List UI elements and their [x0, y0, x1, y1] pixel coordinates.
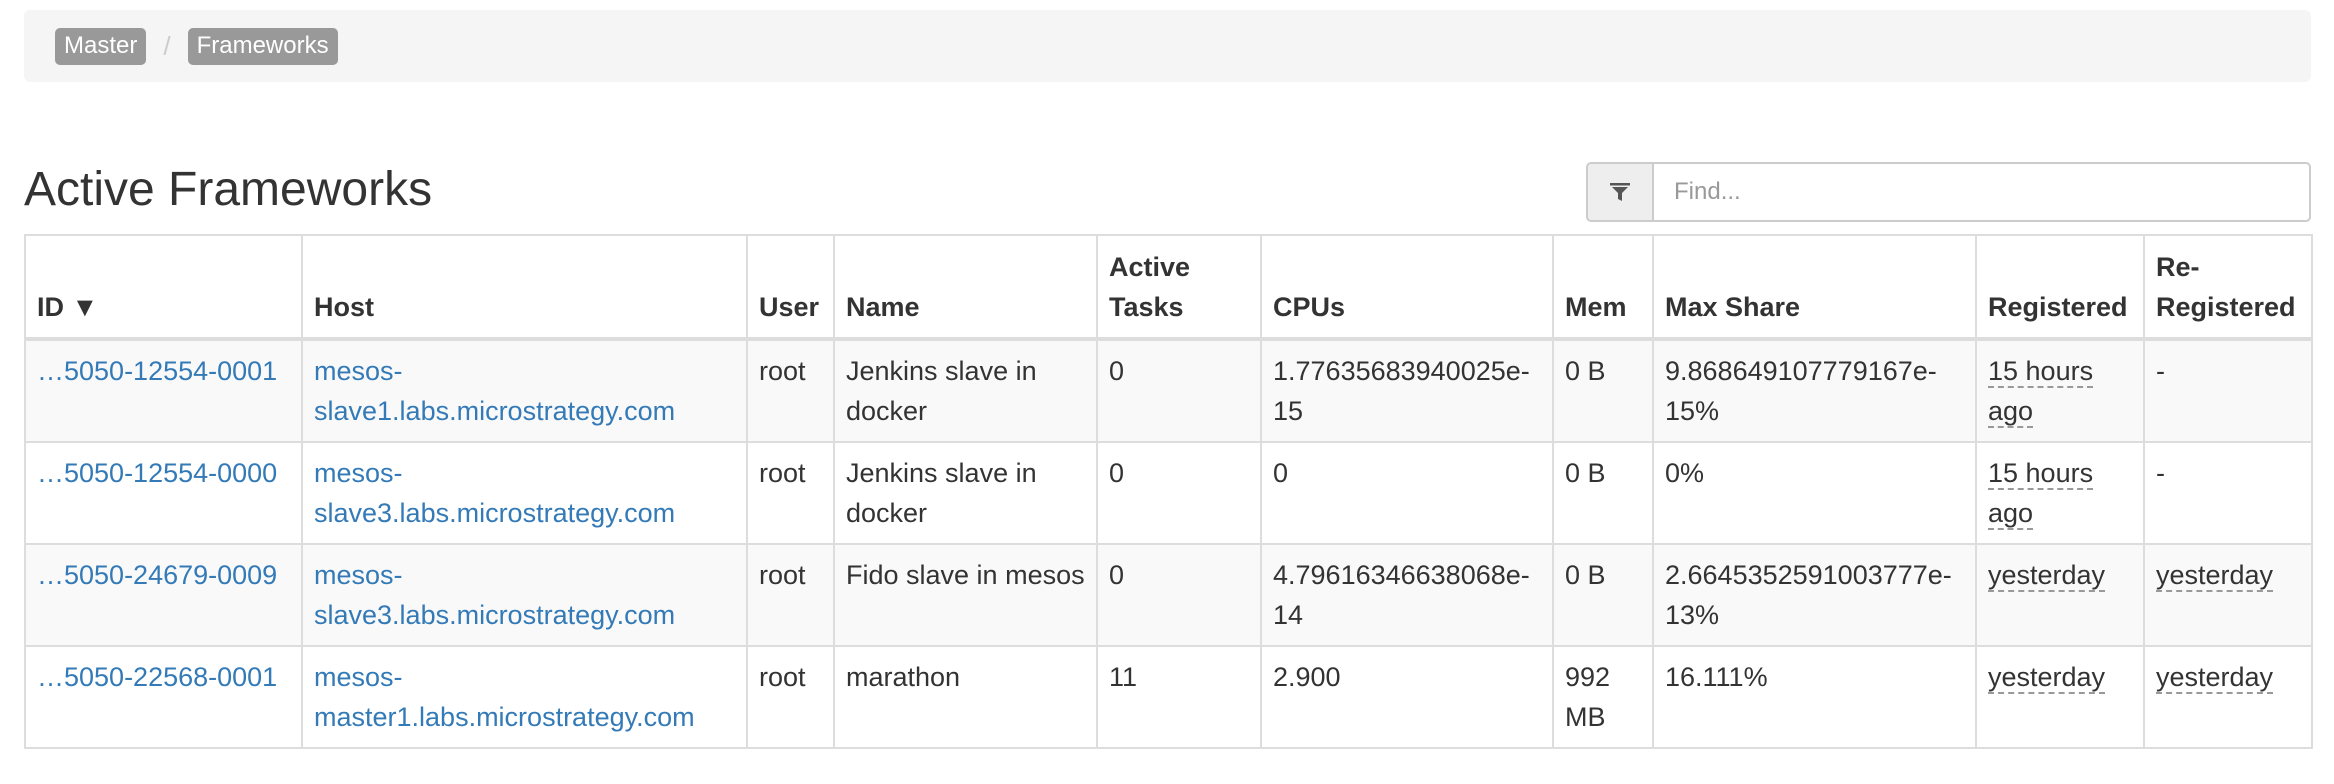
- cell-cpus: 2.900: [1260, 645, 1554, 749]
- cell-max-share: 9.868649107779167e-15%: [1652, 338, 1977, 443]
- table-row: …5050-22568-0001 mesos-master1.labs.micr…: [24, 645, 2313, 749]
- cell-cpus: 1.77635683940025e-15: [1260, 338, 1554, 443]
- cell-reregistered: yesterday: [2143, 543, 2313, 647]
- cell-cpus: 0: [1260, 441, 1554, 545]
- cell-host: mesos-master1.labs.microstrategy.com: [301, 645, 748, 749]
- cell-name: Fido slave in mesos: [833, 543, 1098, 647]
- cell-id: …5050-12554-0001: [24, 338, 303, 443]
- page: Master / Frameworks Active Frameworks Fi…: [0, 0, 2334, 784]
- column-header-user[interactable]: User: [746, 234, 835, 341]
- cell-max-share: 16.111%: [1652, 645, 1977, 749]
- framework-id-link[interactable]: …5050-12554-0001: [37, 356, 277, 386]
- find-input[interactable]: [1652, 162, 2311, 222]
- host-link[interactable]: mesos-slave3.labs.microstrategy.com: [314, 560, 675, 630]
- cell-registered: 15 hours ago: [1975, 338, 2145, 443]
- registered-timeago: 15 hours ago: [1988, 356, 2094, 428]
- cell-registered: 15 hours ago: [1975, 441, 2145, 545]
- table-row: …5050-24679-0009 mesos-slave3.labs.micro…: [24, 543, 2313, 647]
- cell-user: root: [746, 645, 835, 749]
- cell-active-tasks: 11: [1096, 645, 1262, 749]
- breadcrumb-item-frameworks: Frameworks: [187, 27, 338, 65]
- registered-timeago: 15 hours ago: [1988, 458, 2094, 530]
- cell-max-share: 2.6645352591003777e-13%: [1652, 543, 1977, 647]
- column-header-registered[interactable]: Registered: [1975, 234, 2145, 341]
- table-header-row: ID ▼ Host User Name Active Tasks CPUs Me…: [24, 234, 2313, 341]
- column-header-host[interactable]: Host: [301, 234, 748, 341]
- cell-id: …5050-24679-0009: [24, 543, 303, 647]
- filter-group: [1586, 162, 2334, 224]
- cell-name: marathon: [833, 645, 1098, 749]
- table-row: …5050-12554-0000 mesos-slave3.labs.micro…: [24, 441, 2313, 545]
- column-header-cpus[interactable]: CPUs: [1260, 234, 1554, 341]
- cell-id: …5050-22568-0001: [24, 645, 303, 749]
- cell-name: Jenkins slave in docker: [833, 441, 1098, 545]
- column-header-reregistered[interactable]: Re-Registered: [2143, 234, 2313, 341]
- host-link[interactable]: mesos-slave1.labs.microstrategy.com: [314, 356, 675, 426]
- cell-mem: 0 B: [1552, 543, 1654, 647]
- breadcrumb-item-master[interactable]: Master: [55, 27, 147, 65]
- cell-active-tasks: 0: [1096, 543, 1262, 647]
- page-title: Active Frameworks: [24, 163, 433, 216]
- framework-id-link[interactable]: …5050-12554-0000: [37, 458, 277, 488]
- cell-reregistered: yesterday: [2143, 645, 2313, 749]
- cell-registered: yesterday: [1975, 543, 2145, 647]
- registered-timeago: yesterday: [1988, 560, 2106, 592]
- cell-active-tasks: 0: [1096, 338, 1262, 443]
- column-header-mem[interactable]: Mem: [1552, 234, 1654, 341]
- cell-reregistered: -: [2143, 338, 2313, 443]
- cell-active-tasks: 0: [1096, 441, 1262, 545]
- filter-icon: [1586, 162, 1652, 222]
- host-link[interactable]: mesos-master1.labs.microstrategy.com: [314, 662, 695, 732]
- cell-registered: yesterday: [1975, 645, 2145, 749]
- framework-id-link[interactable]: …5050-24679-0009: [37, 560, 277, 590]
- cell-name: Jenkins slave in docker: [833, 338, 1098, 443]
- cell-user: root: [746, 338, 835, 443]
- cell-max-share: 0%: [1652, 441, 1977, 545]
- reregistered-timeago: yesterday: [2156, 560, 2274, 592]
- cell-id: …5050-12554-0000: [24, 441, 303, 545]
- breadcrumb-separator: /: [163, 30, 171, 61]
- reregistered-timeago: yesterday: [2156, 662, 2274, 694]
- cell-mem: 992 MB: [1552, 645, 1654, 749]
- registered-timeago: yesterday: [1988, 662, 2106, 694]
- frameworks-table: ID ▼ Host User Name Active Tasks CPUs Me…: [24, 234, 2313, 749]
- column-header-name[interactable]: Name: [833, 234, 1098, 341]
- cell-reregistered: -: [2143, 441, 2313, 545]
- host-link[interactable]: mesos-slave3.labs.microstrategy.com: [314, 458, 675, 528]
- cell-host: mesos-slave3.labs.microstrategy.com: [301, 543, 748, 647]
- cell-mem: 0 B: [1552, 441, 1654, 545]
- cell-user: root: [746, 441, 835, 545]
- framework-id-link[interactable]: …5050-22568-0001: [37, 662, 277, 692]
- table-row: …5050-12554-0001 mesos-slave1.labs.micro…: [24, 338, 2313, 443]
- cell-host: mesos-slave3.labs.microstrategy.com: [301, 441, 748, 545]
- cell-cpus: 4.79616346638068e-14: [1260, 543, 1554, 647]
- column-header-active-tasks[interactable]: Active Tasks: [1096, 234, 1262, 341]
- column-header-id[interactable]: ID ▼: [24, 234, 303, 341]
- column-header-max-share[interactable]: Max Share: [1652, 234, 1977, 341]
- cell-host: mesos-slave1.labs.microstrategy.com: [301, 338, 748, 443]
- cell-user: root: [746, 543, 835, 647]
- cell-mem: 0 B: [1552, 338, 1654, 443]
- breadcrumb: Master / Frameworks: [24, 10, 2311, 82]
